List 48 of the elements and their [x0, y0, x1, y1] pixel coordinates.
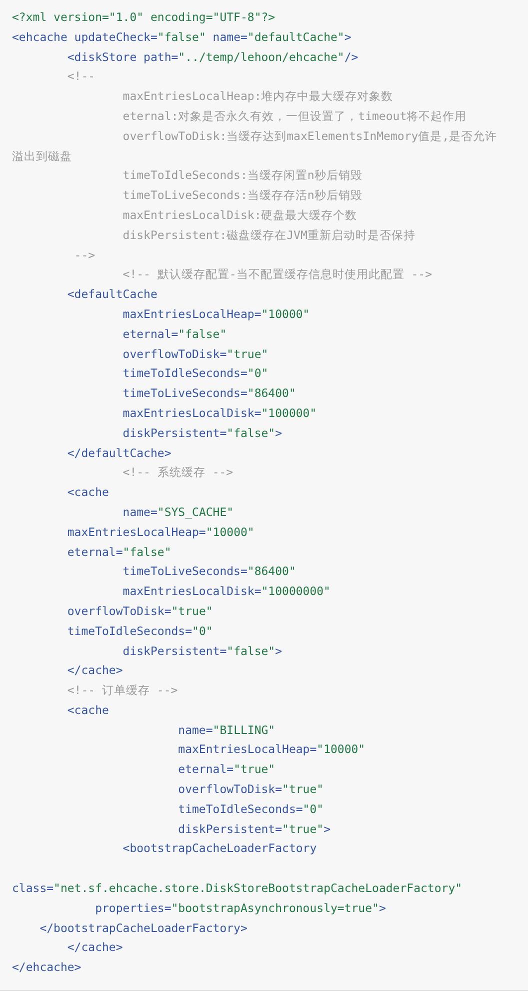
code-line: <cache — [66, 484, 109, 502]
code-line: --> — [73, 246, 96, 264]
code-line: timeToIdleSeconds:当缓存闲置n秒后销毁 — [122, 167, 362, 184]
code-line: eternal="true" — [177, 761, 276, 778]
code-line: </bootstrapCacheLoaderFactory> — [38, 920, 248, 937]
code-line: eternal="false" — [122, 326, 227, 343]
code-line: name="SYS_CACHE" — [122, 504, 234, 521]
code-line: timeToLiveSeconds="86400" — [122, 385, 296, 402]
code-line: overflowToDisk="true" — [66, 602, 213, 620]
code-line: timeToIdleSeconds="0" — [66, 622, 213, 640]
code-line: maxEntriesLocalHeap="10000" — [66, 524, 254, 541]
code-line: maxEntriesLocalHeap:堆内存中最大缓存对象数 — [122, 88, 394, 106]
code-line: timeToIdleSeconds="0" — [177, 800, 324, 818]
code-line: timeToIdleSeconds="0" — [122, 365, 268, 382]
code-line: maxEntriesLocalHeap="10000" — [122, 306, 310, 323]
code-line: <diskStore path="../temp/lehoon/ehcache"/> — [66, 48, 358, 66]
code-line: timeToLiveSeconds="86400" — [122, 563, 296, 580]
code-line: </cache> — [66, 939, 123, 956]
code-line: diskPersistent="false"> — [122, 642, 282, 660]
code-line: eternal="false" — [66, 544, 172, 561]
code-line: 溢出到磁盘 — [12, 148, 72, 165]
code-line: <!-- 订单缓存 --> — [66, 682, 178, 700]
code-line: <cache — [66, 702, 109, 719]
code-line: class="net.sf.ehcache.store.DiskStoreBootstrapCacheLoaderFactory" — [12, 880, 462, 898]
code-line: <!-- — [66, 68, 96, 86]
code-line: eternal:对象是否永久有效，一但设置了，timeout将不起作用 — [122, 108, 467, 125]
code-line: <!-- 默认缓存配置-当不配置缓存信息时使用此配置 --> — [122, 266, 432, 284]
code-line: maxEntriesLocalDisk="100000" — [122, 404, 317, 422]
code-line: diskPersistent="true"> — [177, 820, 331, 838]
code-line: overflowToDisk:当缓存达到maxElementsInMemory值是,是否允许 — [122, 128, 498, 145]
code-line: maxEntriesLocalDisk="10000000" — [122, 583, 330, 600]
code-line: <?xml version="1.0" encoding="UTF-8"?> — [12, 9, 276, 26]
code-line: diskPersistent:磁盘缓存在JVM重新启动时是否保持 — [122, 226, 416, 244]
code-line: timeToLiveSeconds:当缓存存活n秒后销毁 — [122, 187, 362, 204]
code-line: maxEntriesLocalDisk:硬盘最大缓存个数 — [122, 206, 358, 224]
code-line: <ehcache updateCheck="false" name="defaultCache"> — [12, 28, 352, 46]
code-line: maxEntriesLocalHeap="10000" — [177, 741, 366, 758]
code-line: </defaultCache> — [66, 444, 172, 462]
code-line: overflowToDisk="true" — [122, 346, 268, 363]
code-line: overflowToDisk="true" — [177, 781, 324, 798]
code-line: properties="bootstrapAsynchronously=true"> — [94, 900, 386, 917]
code-line: <!-- 系统缓存 --> — [122, 464, 234, 482]
code-line: name="BILLING" — [177, 722, 276, 739]
code-line: diskPersistent="false"> — [122, 424, 282, 442]
code-line: </cache> — [66, 662, 123, 680]
code-line: </ehcache> — [12, 959, 82, 976]
code-line: <bootstrapCacheLoaderFactory — [122, 840, 317, 858]
code-line: <defaultCache — [66, 286, 158, 304]
